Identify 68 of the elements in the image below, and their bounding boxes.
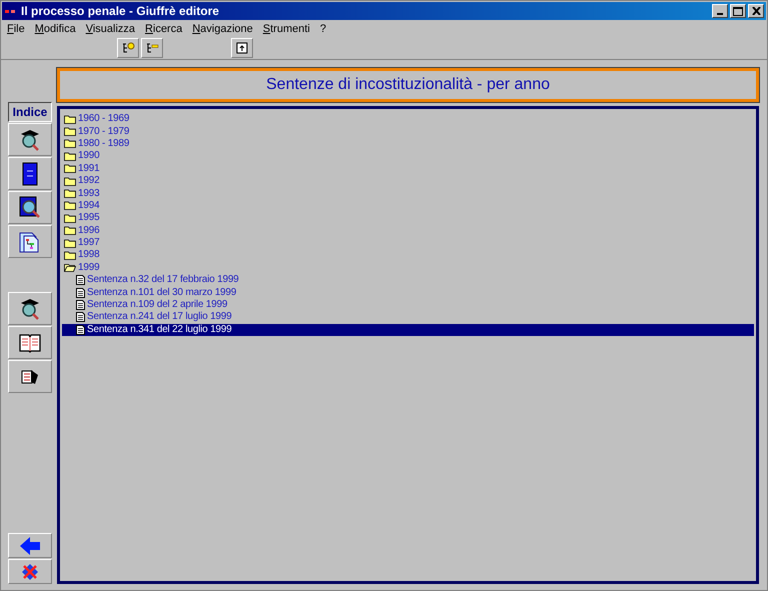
- tree-item[interactable]: 1995: [62, 212, 754, 225]
- sidebar-button[interactable]: [8, 533, 52, 558]
- folder-icon: [64, 176, 76, 186]
- sidebar-button[interactable]: [8, 292, 52, 325]
- sidebar-button[interactable]: [8, 360, 52, 393]
- close-button[interactable]: [748, 4, 764, 18]
- window-title: Il processo penale - Giuffrè editore: [21, 4, 220, 18]
- folder-icon: [64, 238, 76, 248]
- folder-icon: [64, 201, 76, 210]
- tree-item[interactable]: 1991: [62, 162, 754, 175]
- close-icon: [752, 7, 760, 15]
- document-icon: [76, 288, 85, 298]
- tree-item[interactable]: Sentenza n.101 del 30 marzo 1999: [62, 286, 754, 299]
- menu-item[interactable]: Navigazione: [187, 23, 258, 35]
- search-icon: [18, 196, 42, 220]
- folder-icon: [64, 114, 76, 124]
- document-icon: [76, 300, 85, 310]
- toolbar-button[interactable]: [231, 38, 253, 58]
- sidebar-button[interactable]: [8, 225, 52, 258]
- index-button[interactable]: Indice: [8, 102, 52, 122]
- toolbar-button[interactable]: [117, 38, 139, 58]
- folder-icon: [64, 127, 76, 136]
- open-folder-icon: [64, 263, 76, 272]
- app-icon: [5, 7, 17, 15]
- document-icon: [76, 324, 85, 335]
- menu-item[interactable]: Strumenti: [258, 23, 315, 35]
- folder-icon: [64, 189, 76, 198]
- tree-item[interactable]: 1999: [62, 262, 754, 274]
- collapse-tree-icon: [145, 42, 159, 54]
- tree-item[interactable]: 1997: [62, 236, 754, 250]
- menu-item[interactable]: Visualizza: [80, 23, 140, 35]
- sidebar-button[interactable]: [8, 157, 52, 190]
- maximize-button[interactable]: [730, 4, 746, 18]
- tree-item[interactable]: Sentenza n.241 del 17 luglio 1999: [62, 311, 754, 324]
- expand-tree-icon: [121, 42, 135, 54]
- folder-icon: [64, 164, 76, 174]
- folder-icon: [64, 214, 76, 223]
- tree-item[interactable]: 1994: [62, 200, 754, 212]
- sidebar-button[interactable]: [8, 191, 52, 224]
- menu-item[interactable]: File: [2, 23, 30, 35]
- tree-item[interactable]: Sentenza n.109 del 2 aprile 1999: [62, 298, 754, 312]
- tree-item[interactable]: 1960 - 1969: [62, 113, 754, 126]
- maximize-icon: [733, 6, 743, 16]
- folder-icon: [64, 250, 76, 260]
- tree-item[interactable]: 1996: [62, 224, 754, 237]
- folder-icon: [64, 152, 76, 161]
- tree-item[interactable]: 1970 - 1979: [62, 125, 754, 138]
- tree-item[interactable]: Sentenza n.341 del 22 luglio 1999: [62, 324, 754, 336]
- tree-item[interactable]: Sentenza n.32 del 17 febbraio 1999: [62, 274, 754, 286]
- tree-item[interactable]: 1980 - 1989: [62, 138, 754, 150]
- tree-item[interactable]: 1998: [62, 249, 754, 262]
- sidebar-button[interactable]: [8, 326, 52, 359]
- folder-icon: [64, 139, 76, 148]
- sidebar-button[interactable]: [8, 559, 52, 584]
- document-icon: [76, 312, 85, 322]
- minimize-button[interactable]: [712, 4, 728, 18]
- menu-item[interactable]: Ricerca: [140, 23, 188, 35]
- tree-item[interactable]: 1992: [62, 174, 754, 188]
- tree-item[interactable]: 1993: [62, 187, 754, 200]
- toolbar-button[interactable]: [141, 38, 163, 58]
- menu-item[interactable]: ?: [314, 23, 332, 35]
- page-up-icon: [235, 42, 249, 54]
- document-icon: [76, 275, 85, 286]
- menu-item[interactable]: Modifica: [30, 23, 81, 35]
- tree-item[interactable]: 1990: [62, 150, 754, 163]
- sidebar-button[interactable]: [8, 123, 52, 156]
- header-title: Sentenze di incostituzionalità - per anno: [266, 76, 550, 94]
- folder-icon: [64, 226, 76, 236]
